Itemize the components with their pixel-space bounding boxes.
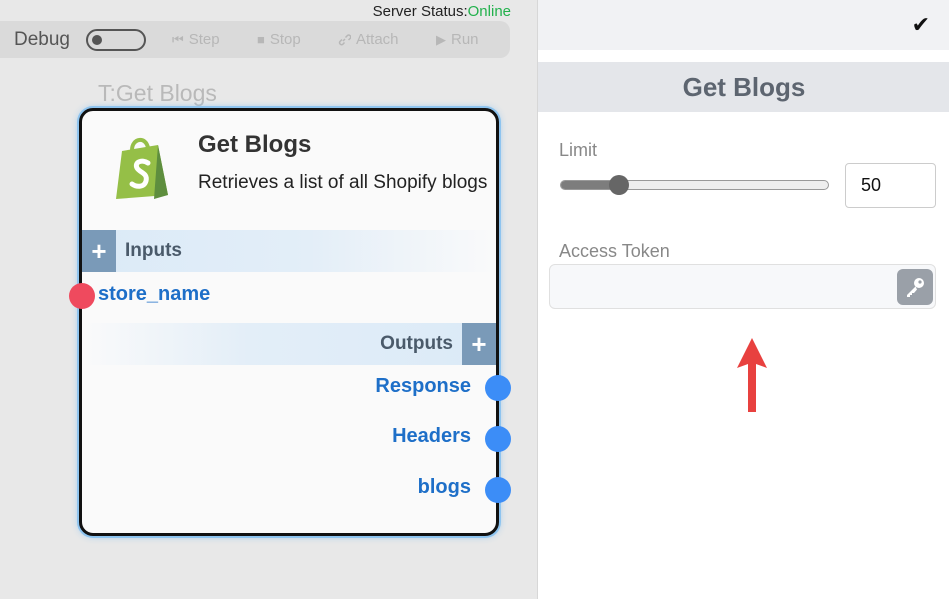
panel-topbar: ✔ xyxy=(538,0,949,50)
key-icon xyxy=(907,278,924,297)
output-port-blogs[interactable] xyxy=(485,477,511,503)
add-input-button[interactable]: + xyxy=(82,230,116,272)
step-button[interactable]: ⏮ Step xyxy=(172,31,220,48)
server-status: Server Status:Online xyxy=(373,3,511,20)
inputs-label: Inputs xyxy=(125,240,182,261)
shopify-logo-icon xyxy=(116,138,168,199)
server-status-value: Online xyxy=(467,3,511,20)
limit-slider[interactable] xyxy=(560,180,829,190)
plus-icon: + xyxy=(91,235,107,266)
panel-title-bar: Get Blogs xyxy=(538,62,949,112)
debug-toggle[interactable] xyxy=(86,29,146,51)
red-up-arrow-icon xyxy=(737,338,767,412)
access-token-field xyxy=(549,264,936,309)
plus-icon: + xyxy=(471,328,487,359)
run-button[interactable]: ▶ Run xyxy=(436,31,479,48)
output-label-response: Response xyxy=(375,375,471,397)
run-button-label: Run xyxy=(451,31,479,48)
access-token-label: Access Token xyxy=(559,241,670,261)
server-status-label: Server Status: xyxy=(372,3,468,20)
get-blogs-node[interactable]: Get Blogs Retrieves a list of all Shopif… xyxy=(69,108,511,536)
access-token-input[interactable] xyxy=(550,265,890,308)
node-title: Get Blogs xyxy=(198,131,312,158)
debug-label: Debug xyxy=(14,29,70,50)
stop-button[interactable]: ■ Stop xyxy=(257,31,301,48)
output-port-response[interactable] xyxy=(485,375,511,401)
limit-label: Limit xyxy=(559,140,598,160)
add-output-button[interactable]: + xyxy=(462,323,496,365)
link-icon xyxy=(338,33,351,45)
checkmark-icon[interactable]: ✔ xyxy=(912,12,930,38)
outputs-header: Outputs + xyxy=(82,323,496,365)
play-icon: ▶ xyxy=(436,31,446,47)
output-label-blogs: blogs xyxy=(417,476,471,498)
outputs-label: Outputs xyxy=(380,333,453,354)
key-button[interactable] xyxy=(897,269,933,305)
debug-toolbar: Debug ⏮ Step ■ Stop Attach ▶ Run xyxy=(0,21,510,58)
flow-canvas[interactable]: Server Status:Online Debug ⏮ Step ■ Stop… xyxy=(0,0,537,599)
step-button-label: Step xyxy=(188,31,220,48)
attach-button[interactable]: Attach xyxy=(337,31,399,48)
stop-button-label: Stop xyxy=(269,31,301,48)
limit-input[interactable] xyxy=(845,163,936,208)
input-port-store-name[interactable] xyxy=(69,283,95,309)
panel-title: Get Blogs xyxy=(682,71,806,102)
node-description: Retrieves a list of all Shopify blogs xyxy=(198,172,488,193)
input-label-store-name: store_name xyxy=(98,283,211,305)
limit-slider-thumb[interactable] xyxy=(609,175,629,195)
attach-button-label: Attach xyxy=(356,31,399,48)
output-port-headers[interactable] xyxy=(485,426,511,452)
debug-toggle-knob xyxy=(92,35,102,45)
step-icon: ⏮ xyxy=(172,31,184,47)
properties-panel: ✔ Get Blogs Limit Access Token xyxy=(537,0,949,599)
output-label-headers: Headers xyxy=(392,425,471,447)
stop-icon: ■ xyxy=(257,32,265,47)
inputs-header: + Inputs xyxy=(82,230,496,272)
node-type-title: T:Get Blogs xyxy=(98,80,217,106)
